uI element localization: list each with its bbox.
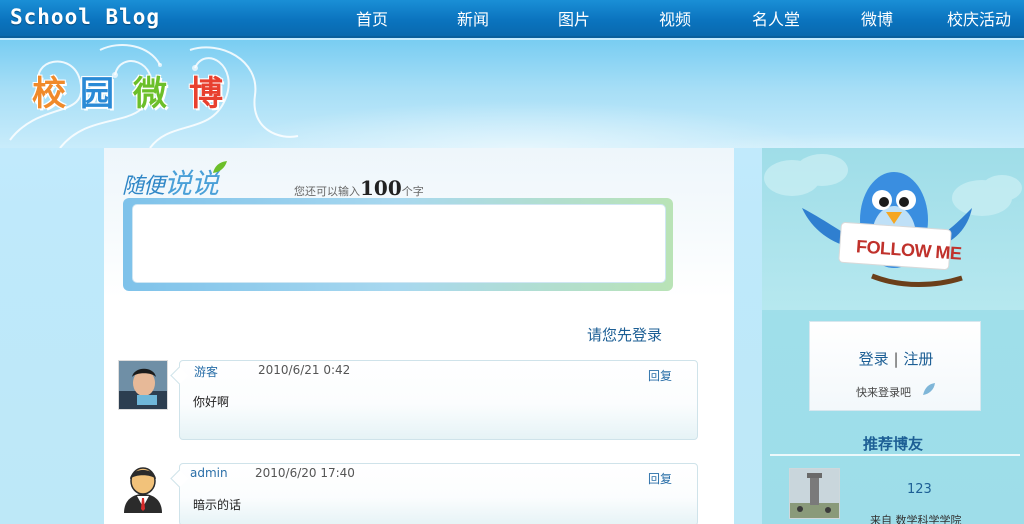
reply-button[interactable]: 回复: [648, 470, 672, 487]
reply-button[interactable]: 回复: [648, 367, 672, 384]
counter-number: 100: [360, 176, 402, 200]
nav-item-hall-of-fame[interactable]: 名人堂: [752, 6, 800, 30]
compose-frame: [123, 198, 673, 291]
counter-prefix: 您还可以输入: [294, 185, 360, 198]
post-bubble: 游客 2010/6/21 0:42 回复 你好啊: [179, 360, 698, 440]
counter-suffix: 个字: [401, 185, 424, 198]
nav-item-anniversary[interactable]: 校庆活动: [947, 6, 1011, 30]
post-item: admin 2010/6/20 17:40 回复 暗示的话: [118, 463, 700, 524]
login-register-links: 登录 | 注册: [810, 348, 982, 369]
char-counter: 您还可以输入100个字: [294, 176, 424, 200]
friend-name[interactable]: 123: [907, 482, 932, 497]
avatar[interactable]: [118, 463, 168, 513]
post-text: 暗示的话: [193, 498, 242, 512]
nav-item-news[interactable]: 新闻: [457, 6, 489, 30]
friend-avatar[interactable]: [789, 468, 840, 519]
follow-me-panel[interactable]: FOLLOW ME: [762, 148, 1024, 310]
login-card: 登录 | 注册 快来登录吧: [809, 321, 981, 411]
post-bubble: admin 2010/6/20 17:40 回复 暗示的话: [179, 463, 698, 524]
friend-origin: 来自 数学科学学院: [870, 514, 962, 524]
user-photo-icon: [119, 361, 167, 409]
main-nav: 首页 新闻 图片 视频 名人堂 微博 校庆活动: [0, 0, 1024, 38]
login-prompt-link[interactable]: 请您先登录: [587, 324, 662, 345]
login-hint: 快来登录吧: [856, 386, 911, 399]
leaf-icon: [213, 161, 227, 173]
main-content: 随便说说 您还可以输入100个字 请您先登录 游客 2010/6/21 0:42: [104, 148, 734, 524]
friend-photo-icon: [790, 469, 839, 518]
login-link[interactable]: 登录: [859, 350, 889, 368]
nav-item-pictures[interactable]: 图片: [558, 6, 590, 30]
post-timestamp: 2010/6/20 17:40: [255, 466, 355, 480]
default-user-icon: [118, 463, 168, 513]
nav-item-videos[interactable]: 视频: [659, 6, 691, 30]
follow-me-bird-icon: [764, 154, 1022, 287]
leaf-icon: [923, 383, 935, 395]
nav-item-weibo[interactable]: 微博: [861, 6, 893, 30]
compose-title: 随便说说: [122, 162, 219, 202]
post-username[interactable]: 游客: [194, 363, 218, 380]
nav-item-home[interactable]: 首页: [356, 6, 388, 30]
logo-char-bo: 博: [189, 74, 223, 114]
compose-title-big: 说说: [164, 167, 219, 200]
recommended-friends-title: 推荐博友: [862, 435, 923, 453]
divider: [770, 454, 1020, 456]
avatar[interactable]: [118, 360, 168, 410]
logo-char-xiao: 校: [32, 74, 66, 114]
logo-char-wei: 微: [133, 74, 167, 114]
compose-textarea[interactable]: [132, 204, 666, 283]
right-sidebar: FOLLOW ME 登录 | 注册 快来登录吧 推荐博友 123 来自 数学科学…: [762, 148, 1024, 524]
compose-title-small: 随便: [122, 174, 165, 199]
register-link[interactable]: 注册: [903, 350, 933, 368]
logo-char-yuan: 园: [80, 74, 114, 114]
compose-section: 随便说说 您还可以输入100个字: [104, 148, 734, 298]
link-separator: |: [893, 350, 899, 368]
post-text: 你好啊: [193, 395, 230, 409]
post-timestamp: 2010/6/21 0:42: [258, 363, 351, 377]
post-username[interactable]: admin: [190, 466, 228, 480]
post-item: 游客 2010/6/21 0:42 回复 你好啊: [118, 360, 700, 440]
top-navbar: School Blog 首页 新闻 图片 视频 名人堂 微博 校庆活动: [0, 0, 1024, 38]
